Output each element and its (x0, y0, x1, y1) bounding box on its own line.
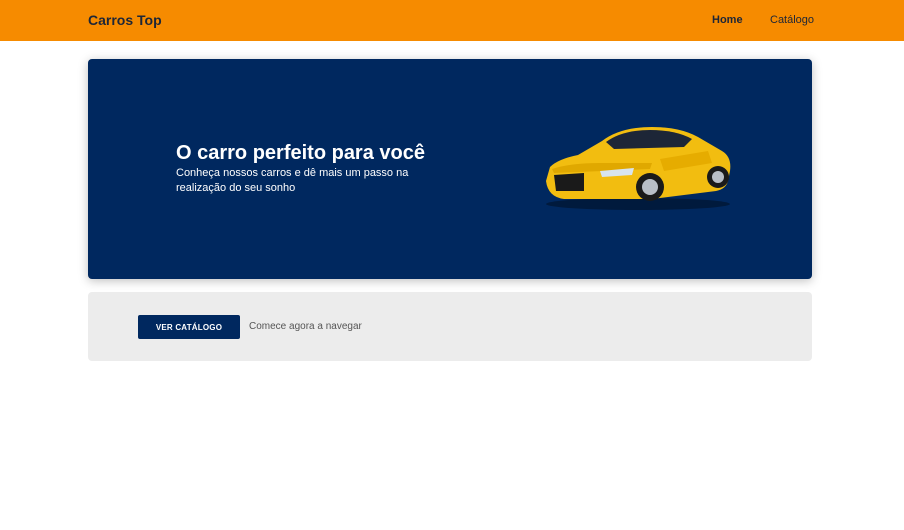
hero-title: O carro perfeito para você (176, 142, 425, 164)
navbar: Carros Top Home Catálogo (0, 0, 904, 41)
cta-text: Comece agora a navegar (249, 321, 362, 332)
car-image (546, 127, 731, 210)
brand-logo[interactable]: Carros Top (88, 12, 162, 28)
nav-link-catalogo[interactable]: Catálogo (770, 14, 814, 26)
hero-banner: O carro perfeito para você Conheça nosso… (88, 59, 812, 279)
nav-link-home[interactable]: Home (712, 14, 743, 26)
cta-section: VER CATÁLOGO Comece agora a navegar (88, 292, 812, 361)
ver-catalogo-button[interactable]: VER CATÁLOGO (138, 315, 240, 339)
hero-subtitle: Conheça nossos carros e dê mais um passo… (176, 167, 409, 194)
